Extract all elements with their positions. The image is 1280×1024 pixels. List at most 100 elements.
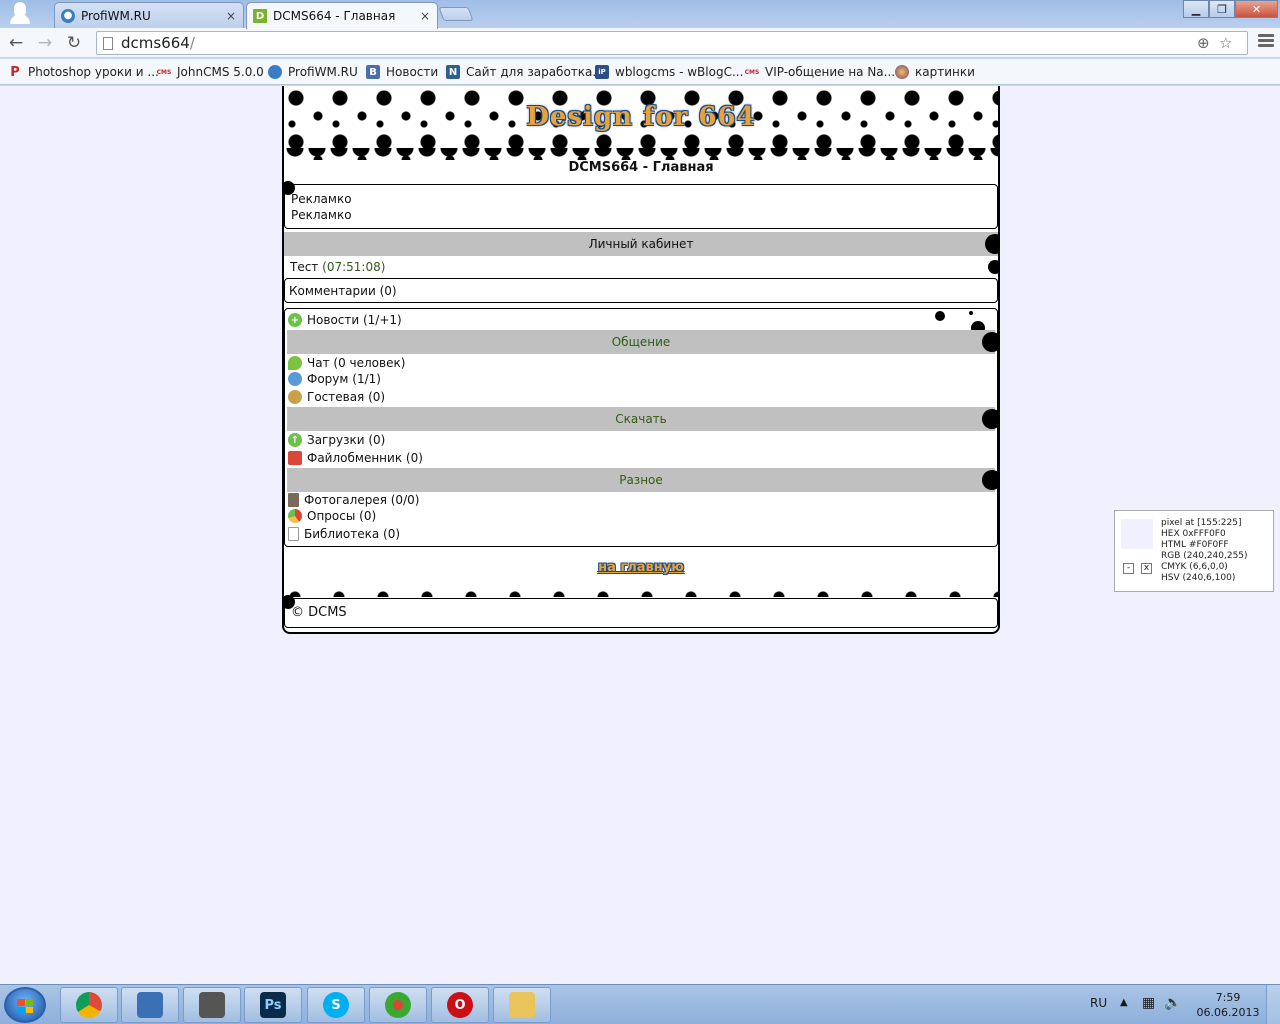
menu-item-label: Форум (1/1) bbox=[307, 372, 381, 386]
user-name[interactable]: Тест bbox=[290, 260, 318, 274]
menu-item-chat[interactable]: Чат (0 человек) bbox=[288, 356, 405, 370]
ad-link[interactable]: Рекламко bbox=[291, 208, 352, 222]
cms-icon: CMS bbox=[744, 68, 760, 76]
skype-icon: S bbox=[323, 992, 349, 1018]
corner-dot-decoration bbox=[988, 260, 998, 274]
forward-arrow-icon[interactable]: → bbox=[34, 32, 56, 54]
menu-item-polls[interactable]: Опросы (0) bbox=[288, 509, 376, 523]
taskbar-chrome[interactable] bbox=[60, 987, 118, 1023]
bookmark-label: VIP-общение на Na... bbox=[765, 65, 896, 79]
menu-item-label: Гостевая (0) bbox=[307, 390, 386, 404]
ads-box: Рекламко Рекламко bbox=[284, 181, 998, 229]
menu-item-fileshare[interactable]: Файлобменник (0) bbox=[288, 451, 423, 465]
footer-dots-decoration bbox=[284, 589, 998, 597]
bookmark-photoshop[interactable]: P Photoshop уроки и ... bbox=[8, 63, 159, 81]
picker-close-button[interactable]: x bbox=[1141, 563, 1152, 574]
comments-link[interactable]: Комментарии (0) bbox=[289, 284, 397, 298]
show-desktop-button[interactable] bbox=[1266, 985, 1280, 1024]
chrome-icon bbox=[76, 992, 102, 1018]
taskbar-opera[interactable]: O bbox=[431, 987, 489, 1023]
menu-item-forum[interactable]: Форум (1/1) bbox=[288, 372, 381, 386]
system-clock[interactable]: 7:59 06.06.2013 bbox=[1196, 990, 1260, 1020]
address-bar[interactable]: dcms664/ ⊕ ☆ bbox=[96, 31, 1248, 55]
minimize-window-button[interactable]: ▁ bbox=[1183, 0, 1209, 18]
bookmark-vip-chat[interactable]: CMS VIP-общение на Na... bbox=[745, 63, 895, 81]
chrome-menu-icon[interactable] bbox=[1258, 34, 1274, 50]
picker-minimize-button[interactable]: - bbox=[1123, 563, 1134, 574]
bookmark-star-icon[interactable]: ☆ bbox=[1219, 34, 1232, 52]
footer-box: © DCMS bbox=[284, 595, 998, 628]
windows-flag-icon bbox=[17, 999, 33, 1013]
taskbar-pen-tool[interactable] bbox=[183, 987, 241, 1023]
tab-label: DCMS664 - Главная bbox=[273, 9, 396, 23]
user-status[interactable]: Тест (07:51:08) bbox=[290, 260, 385, 274]
taskbar-drawing-app[interactable] bbox=[121, 987, 179, 1023]
site-logo[interactable]: Design for 664 bbox=[284, 102, 998, 132]
pen-tool-icon bbox=[199, 992, 225, 1018]
ad-link[interactable]: Рекламко bbox=[291, 192, 352, 206]
menu-item-news[interactable]: + Новости (1/+1) bbox=[288, 313, 402, 327]
bar-edge-decoration bbox=[982, 332, 998, 352]
icq-flower-icon bbox=[385, 992, 411, 1018]
language-indicator[interactable]: RU bbox=[1090, 996, 1107, 1010]
volume-icon[interactable]: 🔈 bbox=[1164, 995, 1181, 1011]
photoshop-icon: Ps bbox=[260, 992, 286, 1018]
section-header-misc: Разное bbox=[287, 468, 998, 492]
zoom-magnifier-icon[interactable]: ⊕ bbox=[1197, 34, 1210, 52]
taskbar-icq[interactable] bbox=[369, 987, 427, 1023]
menu-item-label: Опросы (0) bbox=[307, 509, 377, 523]
start-button[interactable] bbox=[4, 987, 46, 1023]
user-time: (07:51:08) bbox=[322, 260, 386, 274]
bookmark-pictures[interactable]: картинки bbox=[895, 63, 975, 81]
taskbar-skype[interactable]: S bbox=[307, 987, 365, 1023]
picker-rgb: RGB (240,240,255) bbox=[1161, 551, 1248, 561]
menu-item-library[interactable]: Библиотека (0) bbox=[288, 527, 400, 541]
tab-profiwm[interactable]: ● ProfiWM.RU × bbox=[54, 2, 244, 28]
chat-bubble-icon bbox=[288, 356, 302, 370]
profile-avatar-icon[interactable] bbox=[6, 0, 32, 24]
windows-taskbar: Ps S O RU ▲ ▦ 🔈 7:59 06.06.2013 bbox=[0, 984, 1280, 1024]
copyright-text: © DCMS bbox=[291, 605, 347, 620]
bookmark-news[interactable]: B Новости bbox=[366, 63, 438, 81]
bookmark-label: JohnCMS 5.0.0 bbox=[177, 65, 264, 79]
close-window-button[interactable]: ✕ bbox=[1235, 0, 1278, 18]
menu-item-guestbook[interactable]: Гостевая (0) bbox=[288, 390, 385, 404]
drawing-app-icon bbox=[137, 992, 163, 1018]
n-icon: N bbox=[446, 65, 460, 79]
bookmark-earn-site[interactable]: N Сайт для заработка... bbox=[446, 63, 604, 81]
back-arrow-icon[interactable]: ← bbox=[5, 32, 27, 54]
url-path: / bbox=[189, 34, 195, 52]
bookmark-profiwm[interactable]: ProfiWM.RU bbox=[268, 63, 358, 81]
tray-expand-icon[interactable]: ▲ bbox=[1120, 997, 1128, 1008]
menu-item-gallery[interactable]: Фотогалерея (0/0) bbox=[288, 493, 419, 507]
bookmark-johncms[interactable]: CMS JohnCMS 5.0.0 bbox=[157, 63, 264, 81]
tab-close-icon[interactable]: × bbox=[225, 9, 237, 23]
menu-item-downloads[interactable]: ↑ Загрузки (0) bbox=[288, 433, 385, 447]
section-header-label: Скачать bbox=[615, 412, 667, 426]
picker-html: HTML #F0F0FF bbox=[1161, 540, 1229, 550]
page-title: DCMS664 - Главная bbox=[568, 160, 714, 175]
download-arrow-icon: ↑ bbox=[288, 433, 302, 447]
taskbar-explorer[interactable] bbox=[493, 987, 551, 1023]
tab-dcms664[interactable]: D DCMS664 - Главная × bbox=[246, 2, 438, 29]
pictures-icon bbox=[895, 65, 909, 79]
home-link[interactable]: на главную bbox=[284, 560, 998, 575]
picker-hsv: HSV (240,6,100) bbox=[1161, 573, 1236, 583]
new-tab-button[interactable] bbox=[438, 7, 474, 21]
restore-window-button[interactable]: ❐ bbox=[1209, 0, 1235, 18]
section-header-download: Скачать bbox=[287, 407, 998, 431]
add-plus-icon: + bbox=[288, 313, 302, 327]
section-header-label: Общение bbox=[611, 335, 671, 349]
url-text: dcms664/ bbox=[121, 34, 195, 52]
reload-icon[interactable]: ↻ bbox=[63, 32, 85, 54]
network-icon[interactable]: ▦ bbox=[1142, 995, 1155, 1011]
wm-globe-icon: ● bbox=[61, 8, 75, 23]
bar-edge-decoration bbox=[985, 234, 998, 254]
dcms-d-icon: D bbox=[253, 9, 267, 23]
bookmark-wblogcms[interactable]: iP wblogcms - wBlogC... bbox=[595, 63, 743, 81]
bookmark-label: Сайт для заработка... bbox=[466, 65, 604, 79]
tab-close-icon[interactable]: × bbox=[419, 9, 431, 23]
tab-label: ProfiWM.RU bbox=[81, 8, 151, 23]
dot-decoration bbox=[969, 311, 973, 315]
taskbar-photoshop[interactable]: Ps bbox=[244, 987, 302, 1023]
